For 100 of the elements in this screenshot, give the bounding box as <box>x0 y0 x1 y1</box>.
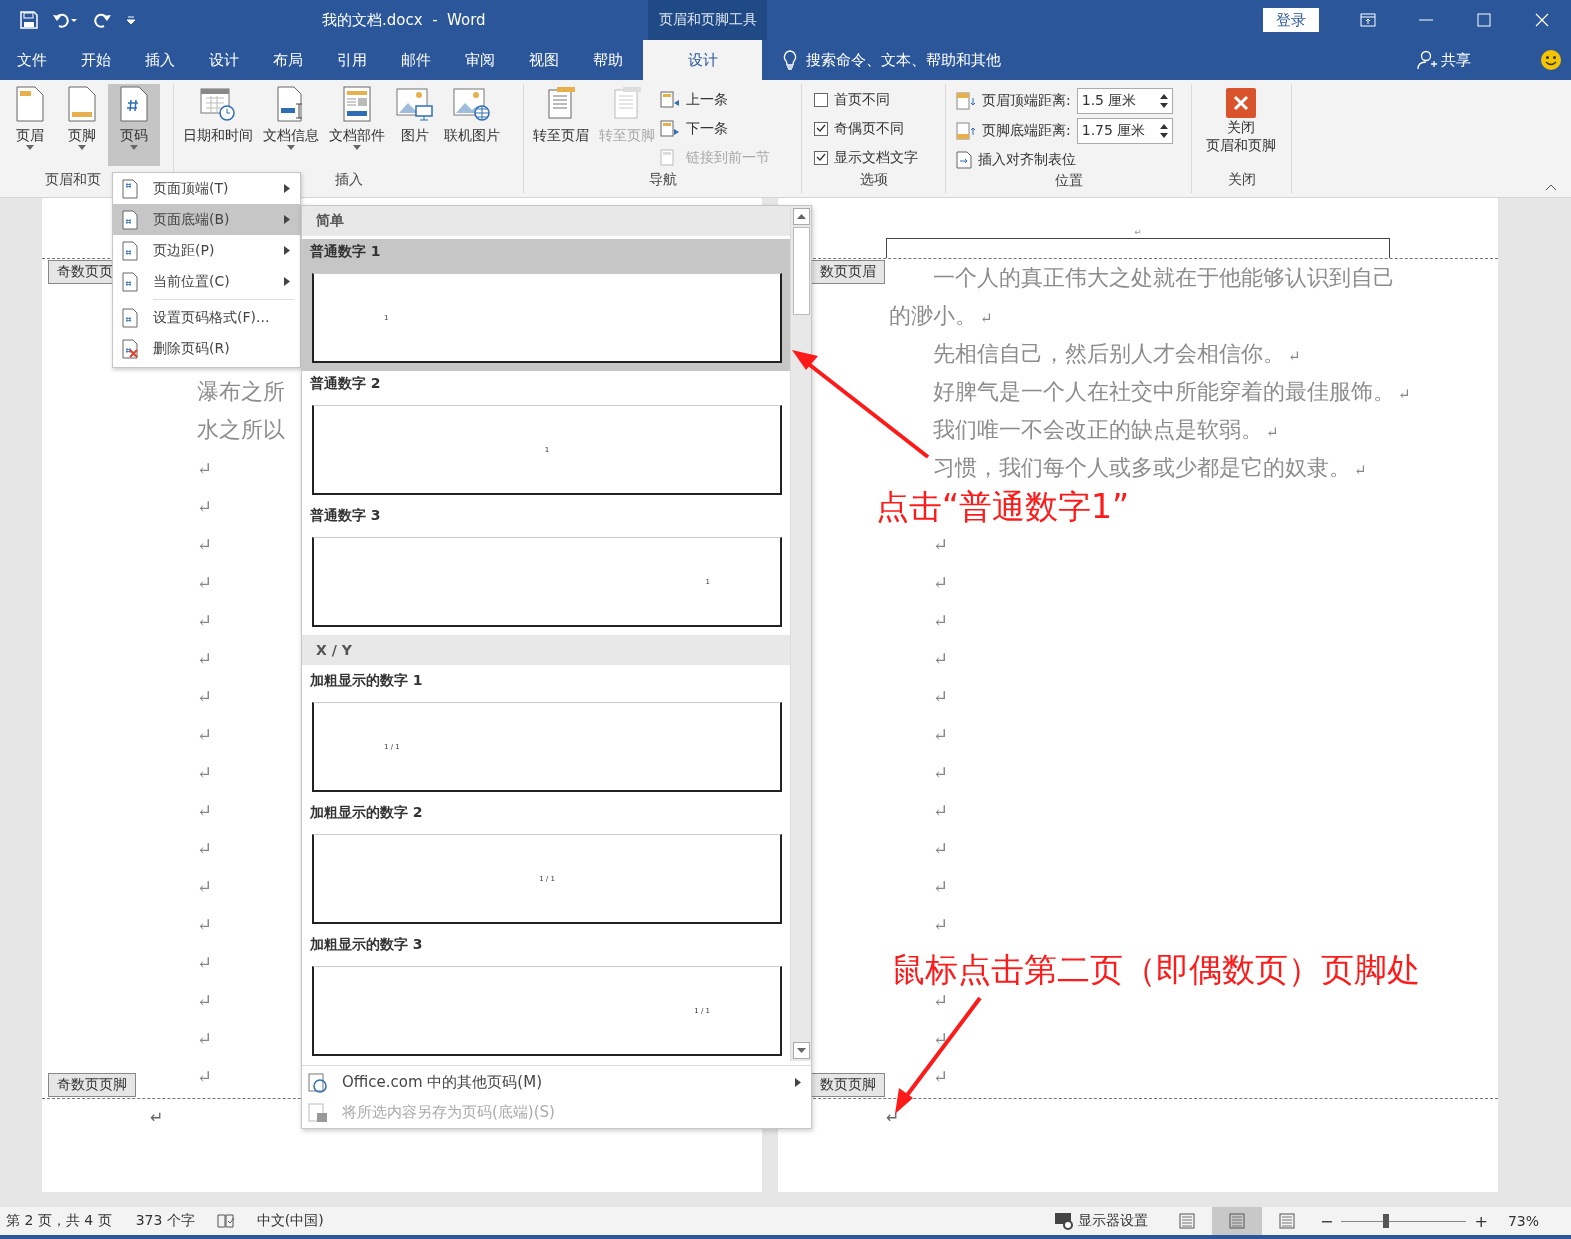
online-picture-icon <box>453 86 491 122</box>
proofing-icon[interactable] <box>216 1213 235 1229</box>
ribbon-tab[interactable]: 开始 <box>64 40 128 80</box>
close-icon <box>1226 88 1256 118</box>
login-button[interactable]: 登录 <box>1263 8 1319 32</box>
ribbon-button[interactable]: 页脚 <box>56 84 108 166</box>
page-number-icon <box>121 240 139 261</box>
page-number-icon <box>121 271 139 292</box>
word-count: 373 个字 <box>135 1212 195 1230</box>
zoom-thumb[interactable] <box>1383 1214 1390 1228</box>
menu-item[interactable]: Office.com 中的其他页码(M) <box>302 1067 811 1098</box>
ribbon-tab[interactable]: 引用 <box>320 40 384 80</box>
ribbon-tab[interactable]: 审阅 <box>448 40 512 80</box>
paragraph-mark: ↵ <box>933 992 949 1010</box>
paragraph-mark: ↵ <box>933 726 949 744</box>
scroll-down-icon[interactable] <box>796 1048 806 1053</box>
menu-item[interactable]: 删除页码(R) <box>113 333 300 364</box>
paragraph-mark: ↵ <box>933 840 949 858</box>
ribbon-button[interactable]: 转至页眉 <box>528 84 594 166</box>
checkbox[interactable] <box>814 121 828 136</box>
customize-icon[interactable] <box>126 15 136 25</box>
body-text: 习惯，我们每个人或多或少都是它的奴隶。↵ <box>932 454 1368 482</box>
paragraph-mark: ↵ <box>933 802 949 820</box>
paragraph-mark: ↵ <box>933 916 949 934</box>
ribbon-display-icon[interactable] <box>1360 13 1376 27</box>
ribbon-tab[interactable]: 文件 <box>0 40 64 80</box>
menu-item[interactable]: 设置页码格式(F)... <box>113 302 300 333</box>
undo-icon[interactable] <box>52 11 78 29</box>
scrollbar[interactable] <box>790 206 811 1061</box>
page-number-icon <box>121 178 139 199</box>
annotation-text: 点击“普通数字1” <box>876 490 1130 523</box>
paragraph-mark: ↵ <box>933 688 949 706</box>
ribbon-tab[interactable]: 设计 <box>192 40 256 80</box>
document-icon <box>660 90 680 109</box>
spin-field[interactable]: 1.75 厘米 <box>1076 117 1173 144</box>
section-heading: 简单 <box>302 206 790 236</box>
ribbon-button[interactable]: 文档部件 <box>324 84 390 166</box>
paragraph-mark: ↵ <box>197 878 213 896</box>
footer-tag: 数页页脚 <box>811 1073 885 1097</box>
paragraph-mark: ↵ <box>197 460 213 478</box>
ribbon-button[interactable]: 图片 <box>390 84 440 166</box>
ribbon-button[interactable]: 日期和时间 <box>178 84 258 166</box>
header-tag: 数页页眉 <box>811 260 885 284</box>
margin-icon <box>956 121 976 140</box>
ribbon-button[interactable]: 上一条 <box>686 90 728 109</box>
close-header-footer-button[interactable]: 关闭 页眉和页脚 <box>1196 84 1286 154</box>
body-text: 好脾气是一个人在社交中所能穿着的最佳服饰。↵ <box>932 378 1412 406</box>
group-label: 导航 <box>647 171 678 189</box>
ribbon-button[interactable]: 页眉 <box>4 84 56 166</box>
body-text: 我们唯一不会改正的缺点是软弱。↵ <box>932 416 1280 444</box>
zoom-out-button[interactable]: − <box>1320 1211 1334 1231</box>
checkbox-label: 奇偶页不同 <box>834 119 904 138</box>
person-icon[interactable] <box>1417 50 1437 70</box>
share-button[interactable]: 共享 <box>1441 50 1471 70</box>
ribbon-tab[interactable]: 布局 <box>256 40 320 80</box>
spin-field[interactable]: 1.5 厘米 <box>1076 87 1173 114</box>
section-heading: X / Y <box>302 635 790 665</box>
scroll-up-icon[interactable] <box>796 214 806 219</box>
display-settings: 显示器设置 <box>1078 1212 1149 1230</box>
margin-icon <box>956 91 976 110</box>
ribbon-button[interactable]: 插入对齐制表位 <box>978 150 1076 169</box>
collapse-ribbon-icon[interactable] <box>1545 184 1557 191</box>
scroll-thumb[interactable] <box>792 227 810 315</box>
ribbon-tab[interactable]: 帮助 <box>576 40 640 80</box>
globe-document-icon <box>308 1072 328 1093</box>
paragraph-mark: ↵ <box>197 840 213 858</box>
smiley-icon[interactable] <box>1540 49 1562 71</box>
ribbon-button[interactable]: 页码 <box>108 84 160 166</box>
lightbulb-icon <box>782 50 798 70</box>
picture-icon <box>396 86 434 122</box>
group-label: 插入 <box>334 171 363 187</box>
checkbox-label: 显示文档文字 <box>834 148 918 167</box>
paragraph-mark: ↵ <box>933 536 949 554</box>
ribbon-tab[interactable]: 视图 <box>512 40 576 80</box>
close-icon[interactable] <box>1535 13 1549 27</box>
document-icon <box>342 86 372 122</box>
ribbon-tab[interactable]: 插入 <box>128 40 192 80</box>
ribbon-tab[interactable]: 设计 <box>643 40 762 80</box>
paragraph-mark: ↵ <box>197 688 213 706</box>
language: 中文(中国) <box>256 1212 324 1230</box>
monitor-gear-icon[interactable] <box>1054 1212 1075 1230</box>
zoom-in-button[interactable]: + <box>1474 1211 1488 1231</box>
checkbox[interactable] <box>814 150 828 165</box>
paragraph-mark: ↵ <box>197 612 213 630</box>
document-icon <box>68 86 96 122</box>
spin-arrows-icon <box>1159 92 1168 109</box>
ribbon-button[interactable]: 联机图片 <box>440 84 504 166</box>
search-field[interactable]: 搜索命令、文本、帮助和其他 <box>806 50 1001 70</box>
ribbon-button[interactable]: 下一条 <box>686 119 728 138</box>
annotation-text: 鼠标点击第二页（即偶数页）页脚处 <box>892 953 1420 986</box>
redo-icon[interactable] <box>92 11 112 29</box>
maximize-icon[interactable] <box>1477 13 1491 27</box>
zoom-level: 73% <box>1507 1213 1539 1229</box>
context-tab-label: 页眉和页脚工具 <box>648 0 767 40</box>
field-label: 页脚底端距离: <box>982 121 1071 140</box>
menu-item[interactable]: 页面底端(B) <box>113 204 300 235</box>
menu-item[interactable]: 页面顶端(T) <box>113 173 300 204</box>
ribbon-button[interactable]: 文档信息 <box>258 84 324 166</box>
checkbox[interactable] <box>814 92 828 107</box>
ribbon-tab[interactable]: 邮件 <box>384 40 448 80</box>
